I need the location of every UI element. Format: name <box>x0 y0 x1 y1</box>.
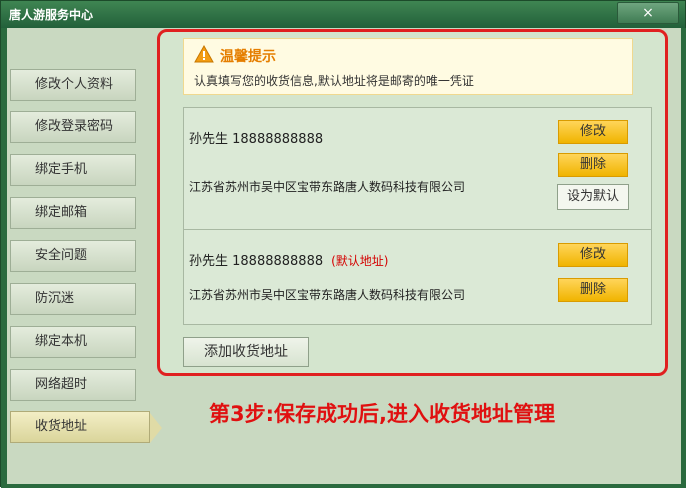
sidebar-item-edit-profile[interactable]: 修改个人资料 <box>10 69 136 101</box>
address-card: 孙先生 18888888888 江苏省苏州市吴中区宝带东路唐人数码科技有限公司 … <box>183 107 652 230</box>
sidebar-item-change-password[interactable]: 修改登录密码 <box>10 111 136 143</box>
sidebar-item-label: 修改登录密码 <box>35 119 114 134</box>
address-line: 江苏省苏州市吴中区宝带东路唐人数码科技有限公司 <box>189 288 466 302</box>
tip-box: 温馨提示 认真填写您的收货信息,默认地址将是邮寄的唯一凭证 <box>183 38 633 95</box>
sidebar-item-label: 网络超时 <box>35 377 88 392</box>
add-address-button[interactable]: 添加收货地址 <box>183 337 309 367</box>
sidebar-item-label: 安全问题 <box>35 248 88 263</box>
sidebar-item-label: 绑定手机 <box>35 162 88 177</box>
window-border-bottom <box>1 484 686 488</box>
address-card-default: 孙先生 18888888888 (默认地址) 江苏省苏州市吴中区宝带东路唐人数码科… <box>183 229 652 325</box>
address-name-phone-text: 孙先生 18888888888 <box>189 254 324 269</box>
step-caption: 第3步:保存成功后,进入收货地址管理 <box>209 402 555 426</box>
window-title: 唐人游服务中心 <box>9 8 94 22</box>
delete-address-button[interactable]: 删除 <box>558 278 628 302</box>
sidebar-item-bind-email[interactable]: 绑定邮箱 <box>10 197 136 229</box>
title-bar: 唐人游服务中心 × <box>1 1 685 28</box>
sidebar-item-bind-phone[interactable]: 绑定手机 <box>10 154 136 186</box>
window-border-right <box>681 28 686 487</box>
address-line: 江苏省苏州市吴中区宝带东路唐人数码科技有限公司 <box>189 180 466 194</box>
sidebar-item-label: 绑定邮箱 <box>35 205 88 220</box>
sidebar-item-anti-addiction[interactable]: 防沉迷 <box>10 283 136 315</box>
sidebar-item-bind-device[interactable]: 绑定本机 <box>10 326 136 358</box>
edit-address-button[interactable]: 修改 <box>558 243 628 267</box>
sidebar-item-label: 绑定本机 <box>35 334 88 349</box>
sidebar-item-label: 修改个人资料 <box>35 77 114 92</box>
address-name-phone: 孙先生 18888888888 (默认地址) <box>189 250 389 269</box>
tip-title: 温馨提示 <box>220 49 276 65</box>
set-default-button[interactable]: 设为默认 <box>557 184 629 210</box>
tip-text: 认真填写您的收货信息,默认地址将是邮寄的唯一凭证 <box>194 74 474 88</box>
warning-icon <box>194 45 214 63</box>
sidebar-item-network-timeout[interactable]: 网络超时 <box>10 369 136 401</box>
sidebar-item-security-question[interactable]: 安全问题 <box>10 240 136 272</box>
delete-address-button[interactable]: 删除 <box>558 153 628 177</box>
sidebar-item-label: 收货地址 <box>35 419 88 434</box>
address-name-phone: 孙先生 18888888888 <box>189 132 324 147</box>
close-icon: × <box>642 5 654 21</box>
sidebar-item-label: 防沉迷 <box>35 291 75 306</box>
close-button[interactable]: × <box>617 2 679 24</box>
sidebar-item-shipping-address[interactable]: 收货地址 <box>10 411 162 443</box>
edit-address-button[interactable]: 修改 <box>558 120 628 144</box>
default-address-tag: (默认地址) <box>331 254 389 268</box>
